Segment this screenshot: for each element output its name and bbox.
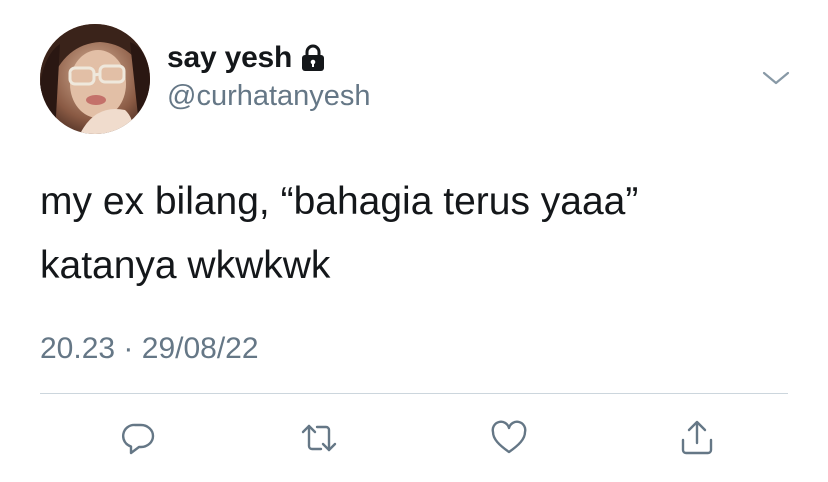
chevron-down-icon[interactable] xyxy=(760,64,792,92)
tweet-date: 29/08/22 xyxy=(141,332,259,365)
avatar[interactable] xyxy=(40,24,150,134)
lock-icon xyxy=(300,44,326,72)
tweet-text-line: my ex bilang, “bahagia terus yaaa” xyxy=(40,180,639,223)
share-button[interactable] xyxy=(677,418,717,458)
avatar-image xyxy=(40,24,150,134)
divider xyxy=(40,393,788,394)
display-name[interactable]: say yesh xyxy=(167,41,292,75)
reply-icon xyxy=(122,423,155,455)
retweet-button[interactable] xyxy=(299,418,339,458)
like-button[interactable] xyxy=(489,418,529,458)
timestamp-separator: · xyxy=(123,332,134,365)
user-handle[interactable]: @curhatanyesh xyxy=(167,80,371,113)
tweet-text-line: katanya wkwkwk xyxy=(40,244,331,287)
display-name-row[interactable]: say yesh xyxy=(167,40,326,76)
tweet-time: 20.23 xyxy=(40,332,116,365)
share-icon xyxy=(681,420,713,455)
like-icon xyxy=(491,420,527,454)
retweet-icon xyxy=(301,424,337,452)
tweet-timestamp[interactable]: 20.23 · 29/08/22 xyxy=(40,332,259,366)
tweet-text: my ex bilang, “bahagia terus yaaa” katan… xyxy=(40,170,800,298)
reply-button[interactable] xyxy=(118,418,158,458)
